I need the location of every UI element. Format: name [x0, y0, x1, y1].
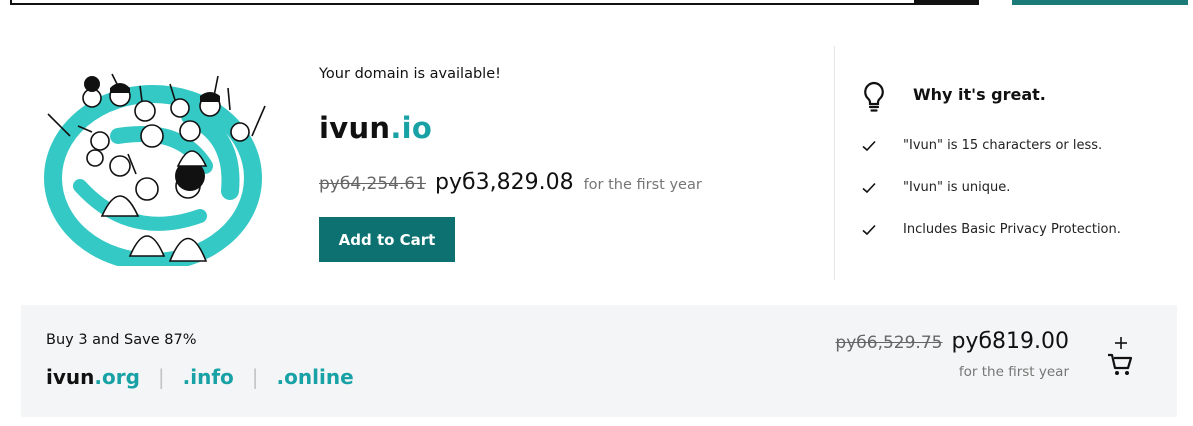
bundle-domain-list: ivun.org | .info | .online [46, 365, 354, 389]
bundle-domain[interactable]: .info [183, 365, 234, 389]
header-action-button[interactable] [1012, 0, 1188, 5]
bundle-offer[interactable]: Buy 3 and Save 87% ivun.org | .info | .o… [21, 305, 1177, 417]
bundle-original-price: руб6,529.75 [835, 333, 943, 353]
price-period: for the first year [583, 177, 702, 193]
reason-text: Includes Basic Privacy Protection. [903, 222, 1121, 237]
sale-price: руб3,829.08 [435, 170, 574, 195]
why-title: Why it's great. [913, 85, 1046, 104]
checkmark-icon [862, 224, 876, 235]
reason-item: Includes Basic Privacy Protection. [861, 222, 1121, 237]
add-to-cart-button[interactable]: Add to Cart [319, 217, 455, 262]
section-divider [834, 46, 835, 280]
separator: | [157, 365, 165, 389]
domain-search-input[interactable] [10, 0, 916, 5]
bundle-domain-tld: .online [276, 365, 354, 389]
reason-text: "Ivun" is 15 characters or less. [903, 138, 1103, 153]
availability-message: Your domain is available! [319, 66, 501, 82]
bundle-domain[interactable]: .online [277, 365, 354, 389]
bundle-prices: руб6,529.75 руб819.00 for the first year [835, 329, 1069, 380]
bundle-domain-sld: ivun [46, 365, 95, 389]
add-to-cart-icon[interactable] [1105, 335, 1135, 379]
bundle-domain-tld: .info [182, 365, 234, 389]
bundle-domain[interactable]: ivun.org [46, 365, 140, 389]
bundle-domain-tld: .org [94, 365, 140, 389]
search-button[interactable] [916, 0, 979, 5]
reason-item: "Ivun" is 15 characters or less. [861, 138, 1102, 153]
original-price: руб4,254.61 [319, 174, 427, 194]
lightbulb-icon [864, 81, 884, 112]
checkmark-icon [862, 182, 876, 193]
domain-tld: .io [390, 111, 433, 145]
bundle-price-period: for the first year [958, 364, 1069, 380]
reason-item: "Ivun" is unique. [861, 180, 1010, 195]
bundle-title: Buy 3 and Save 87% [46, 332, 197, 348]
domain-sld: ivun [319, 111, 391, 145]
reason-text: "Ivun" is unique. [903, 180, 1011, 195]
crowd-illustration [44, 73, 266, 266]
checkmark-icon [862, 140, 876, 151]
bundle-sale-price: руб819.00 [951, 329, 1069, 354]
separator: | [251, 365, 259, 389]
domain-name: ivun.io [319, 111, 432, 145]
price-row: руб4,254.61 руб3,829.08 for the first ye… [319, 170, 702, 195]
